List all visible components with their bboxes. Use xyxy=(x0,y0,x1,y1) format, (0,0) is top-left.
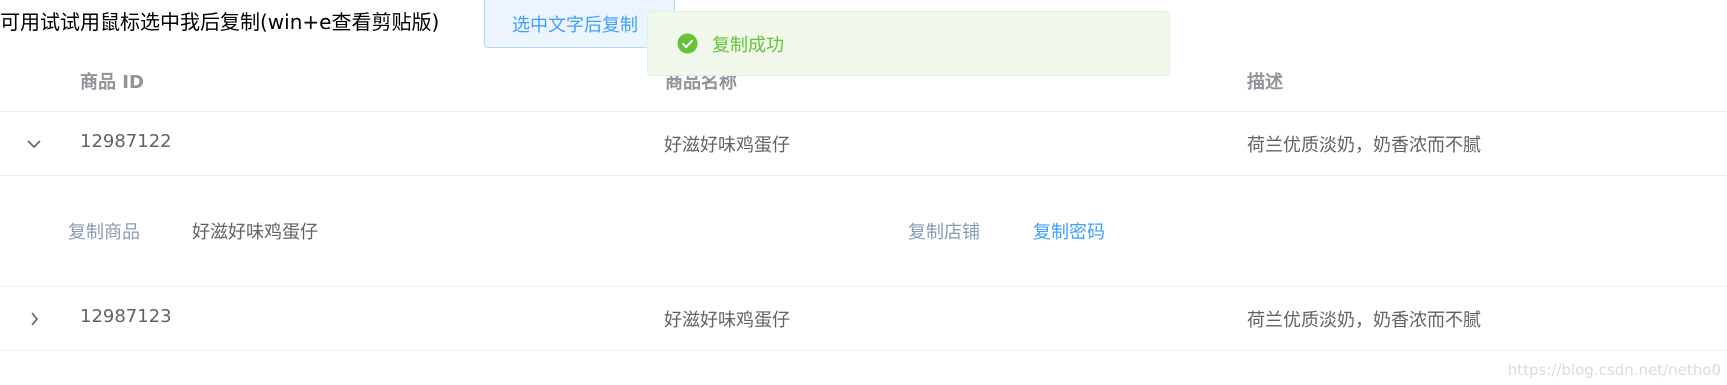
copy-password-link[interactable]: 复制密码 xyxy=(1033,218,1105,244)
copy-store-link[interactable]: 复制店铺 xyxy=(908,218,980,244)
header-description: 描述 xyxy=(1247,72,1283,93)
instruction-text: 可用试试用鼠标选中我后复制(win+e查看剪贴版) xyxy=(0,10,440,34)
chevron-down-icon[interactable] xyxy=(22,132,46,156)
table-row: 12987123 好滋好味鸡蛋仔 荷兰优质淡奶，奶香浓而不腻 xyxy=(0,287,1727,351)
success-toast: 复制成功 xyxy=(647,11,1170,76)
copy-product-link[interactable]: 复制商品 xyxy=(68,218,140,244)
cell-product-id: 12987122 xyxy=(80,131,172,152)
cell-product-name: 好滋好味鸡蛋仔 xyxy=(664,135,790,156)
cell-description: 荷兰优质淡奶，奶香浓而不腻 xyxy=(1247,135,1481,156)
header-product-id: 商品 ID xyxy=(80,72,144,93)
chevron-right-icon[interactable] xyxy=(22,307,46,331)
expanded-row-detail: 复制商品 好滋好味鸡蛋仔 复制店铺 复制密码 xyxy=(0,176,1727,287)
cell-product-name: 好滋好味鸡蛋仔 xyxy=(664,310,790,331)
cell-description: 荷兰优质淡奶，奶香浓而不腻 xyxy=(1247,310,1481,331)
toast-message: 复制成功 xyxy=(712,34,784,56)
table-row: 12987122 好滋好味鸡蛋仔 荷兰优质淡奶，奶香浓而不腻 xyxy=(0,112,1727,176)
expanded-product-name: 好滋好味鸡蛋仔 xyxy=(192,222,318,243)
check-circle-icon xyxy=(677,33,698,54)
cell-product-id: 12987123 xyxy=(80,306,172,327)
watermark: https://blog.csdn.net/netho0 xyxy=(1507,361,1721,379)
